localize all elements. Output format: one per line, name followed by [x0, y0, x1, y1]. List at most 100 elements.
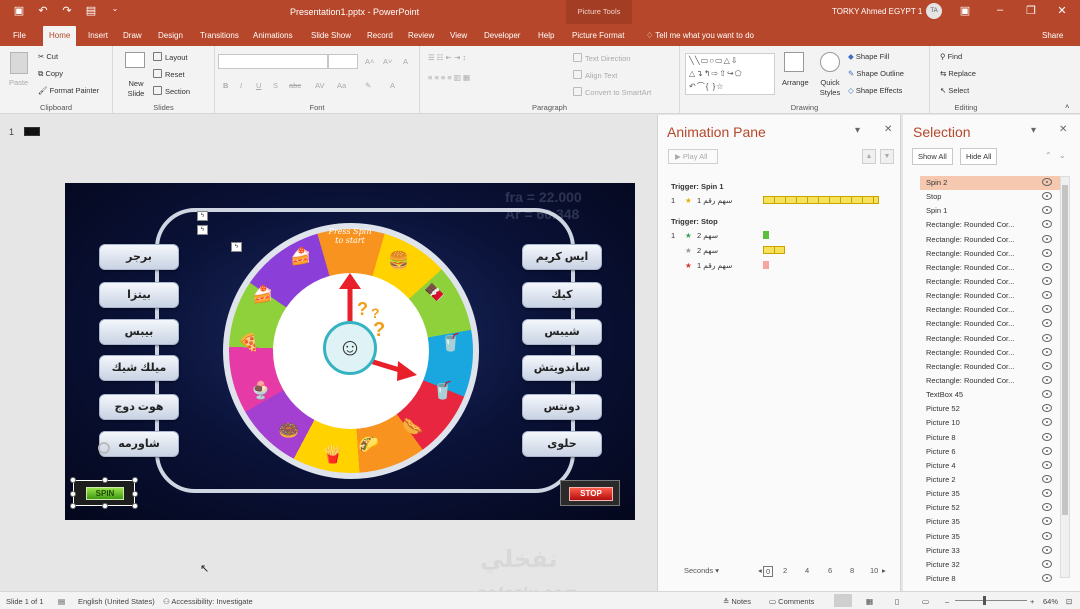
eye-icon[interactable] — [1042, 390, 1052, 399]
restore-icon[interactable]: ❐ — [1021, 4, 1041, 17]
tab-home[interactable]: Home — [43, 26, 77, 46]
tab-insert[interactable]: Insert — [88, 31, 108, 40]
selection-item[interactable]: Rectangle: Rounded Cor... — [920, 374, 1060, 388]
option-right-6[interactable]: حلوى — [522, 431, 602, 457]
shape-fill-button[interactable]: ◆ Shape Fill — [848, 52, 889, 61]
notes-button[interactable]: ≙ Notes — [723, 597, 751, 606]
ribbon-display-icon[interactable]: ▣ — [955, 4, 975, 17]
paste-icon[interactable] — [10, 52, 28, 74]
tab-slide-show[interactable]: Slide Show — [311, 31, 351, 40]
highlight-icon[interactable]: ✎ — [365, 81, 371, 90]
tab-record[interactable]: Record — [367, 31, 393, 40]
selection-item[interactable]: Picture 4 — [920, 459, 1060, 473]
animation-trigger-badge[interactable]: ϟ — [197, 211, 208, 221]
resize-handle[interactable] — [102, 503, 108, 509]
collapse-ribbon-icon[interactable]: ˄ — [1065, 102, 1069, 111]
option-left-5[interactable]: هوت دوج — [99, 394, 179, 420]
eye-icon[interactable] — [1042, 489, 1052, 498]
slide-sorter-icon[interactable]: ▦ — [866, 597, 873, 606]
strikethrough-button[interactable]: abc — [289, 81, 301, 90]
eye-icon[interactable] — [1042, 503, 1052, 512]
fit-to-window-icon[interactable]: ⊡ — [1066, 597, 1072, 606]
selection-item[interactable]: Picture 6 — [920, 445, 1060, 459]
decrease-font-icon[interactable]: A˅ — [383, 57, 392, 66]
resize-handle[interactable] — [70, 503, 76, 509]
selection-item[interactable]: Picture 52 — [920, 501, 1060, 515]
scroll-left-icon[interactable]: ◂ — [758, 566, 762, 575]
reset-button[interactable]: Reset — [153, 69, 185, 79]
tab-help[interactable]: Help — [538, 31, 554, 40]
shape-outline-button[interactable]: ✎ Shape Outline — [848, 69, 904, 78]
selection-item[interactable]: Rectangle: Rounded Cor... — [920, 233, 1060, 247]
selection-item[interactable]: Picture 52 — [920, 402, 1060, 416]
new-slide-icon[interactable] — [125, 52, 145, 68]
eye-icon[interactable] — [1042, 404, 1052, 413]
layout-button[interactable]: Layout — [153, 52, 188, 62]
slide-canvas[interactable]: fra = 22.000 Ar = 60.348 Press Spin to s… — [65, 183, 635, 520]
eye-icon[interactable] — [1042, 460, 1052, 469]
tab-review[interactable]: Review — [408, 31, 434, 40]
eye-icon[interactable] — [1042, 474, 1052, 483]
eye-icon[interactable] — [1042, 432, 1052, 441]
bold-button[interactable]: B — [223, 81, 228, 90]
tab-transitions[interactable]: Transitions — [200, 31, 239, 40]
eye-icon[interactable] — [1042, 319, 1052, 328]
selection-item[interactable]: Picture 35 — [920, 515, 1060, 529]
eye-icon[interactable] — [1042, 347, 1052, 356]
selection-item[interactable]: Stop — [920, 190, 1060, 204]
move-up-icon[interactable]: ▲ — [862, 149, 876, 164]
arrange-icon[interactable] — [784, 52, 804, 72]
cut-button[interactable]: ✂ Cut — [38, 52, 58, 61]
eye-icon[interactable] — [1042, 234, 1052, 243]
copy-button[interactable]: ⧉ Copy — [38, 69, 63, 79]
eye-icon[interactable] — [1042, 545, 1052, 554]
font-color-icon[interactable]: A — [390, 81, 395, 90]
eye-icon[interactable] — [1042, 262, 1052, 271]
pane-options-icon[interactable]: ▾ — [855, 125, 860, 136]
selection-item[interactable]: Picture 2 — [920, 473, 1060, 487]
play-all-button[interactable]: ▶ Play All — [668, 149, 718, 164]
eye-icon[interactable] — [1042, 276, 1052, 285]
spellcheck-icon[interactable]: ▤ — [58, 597, 65, 606]
zoom-in-icon[interactable]: + — [1030, 597, 1034, 606]
zoom-level[interactable]: 64% — [1043, 597, 1058, 606]
tab-animations[interactable]: Animations — [253, 31, 293, 40]
section-button[interactable]: Section — [153, 86, 190, 96]
arrange-button[interactable]: Arrange — [782, 78, 809, 87]
slideshow-view-icon[interactable]: ▭ — [922, 597, 929, 606]
eye-icon[interactable] — [1042, 178, 1052, 186]
option-left-1[interactable]: برجر — [99, 244, 179, 270]
move-down-icon[interactable]: ▼ — [880, 149, 894, 164]
replace-button[interactable]: ⇆ Replace — [940, 69, 976, 78]
scrollbar[interactable] — [1060, 176, 1070, 578]
option-right-1[interactable]: ايس كريم — [522, 244, 602, 270]
bring-forward-icon[interactable]: ⌃ — [1045, 151, 1052, 160]
selection-item[interactable]: Rectangle: Rounded Cor... — [920, 360, 1060, 374]
font-size-field[interactable] — [328, 54, 358, 69]
start-from-beginning-icon[interactable]: ▤ — [84, 4, 98, 17]
zoom-out-icon[interactable]: – — [945, 597, 949, 606]
redo-icon[interactable]: ↷ — [60, 4, 74, 17]
selection-item[interactable]: Picture 8 — [920, 431, 1060, 445]
tab-draw[interactable]: Draw — [123, 31, 142, 40]
option-left-2[interactable]: بيتزا — [99, 282, 179, 308]
pane-options-icon[interactable]: ▾ — [1031, 125, 1036, 136]
comments-button[interactable]: ▭ Comments — [769, 597, 814, 606]
selection-item[interactable]: Rectangle: Rounded Cor... — [920, 289, 1060, 303]
selection-item[interactable]: Picture 35 — [920, 487, 1060, 501]
selection-item[interactable]: TextBox 45 — [920, 388, 1060, 402]
eye-icon[interactable] — [1042, 446, 1052, 455]
tell-me-box[interactable]: ♢ Tell me what you want to do — [646, 31, 754, 40]
convert-smartart-button[interactable]: Convert to SmartArt — [573, 87, 651, 97]
eye-icon[interactable] — [1042, 220, 1052, 229]
selection-item[interactable]: Spin 1 — [920, 204, 1060, 218]
paste-button[interactable]: Paste — [9, 78, 28, 87]
rotate-handle-icon[interactable] — [98, 442, 110, 454]
eye-icon[interactable] — [1042, 517, 1052, 526]
user-name[interactable]: TORKY Ahmed EGYPT 1 — [832, 7, 922, 16]
animation-row[interactable]: 1 ★ سهم رقم 1 — [671, 196, 732, 205]
find-button[interactable]: ⚲ Find — [940, 52, 962, 61]
selection-item[interactable]: Rectangle: Rounded Cor... — [920, 303, 1060, 317]
change-case-button[interactable]: Aa — [337, 81, 346, 90]
resize-handle[interactable] — [70, 491, 76, 497]
